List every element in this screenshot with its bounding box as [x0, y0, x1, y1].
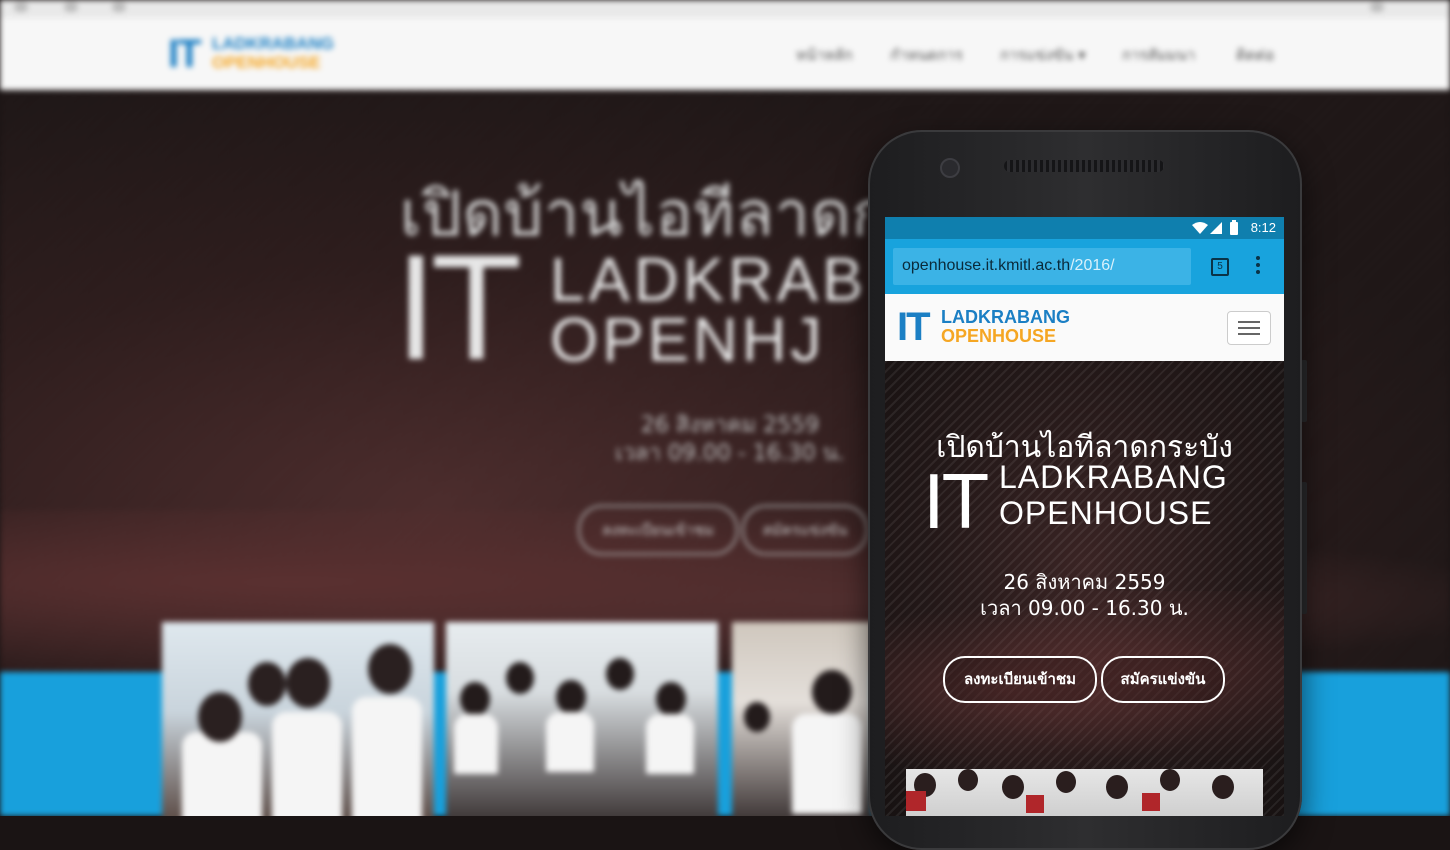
battery-icon [1230, 220, 1238, 235]
nav-contact[interactable]: ติดต่อ [1236, 43, 1274, 67]
url-field[interactable]: openhouse.it.kmitl.ac.th/2016/ [893, 248, 1191, 285]
mobile-hero-logo-it: IT [923, 457, 989, 545]
desktop-register-button[interactable]: ลงทะเบียนเข้าชม [578, 505, 738, 555]
android-status-bar: 8:12 [885, 217, 1284, 239]
mobile-hero: เปิดบ้านไอทีลาดกระบัง IT LADKRABANG OPEN… [885, 361, 1284, 816]
nav-schedule[interactable]: กำหนดการ [890, 43, 963, 67]
kebab-menu-icon[interactable] [1255, 256, 1261, 278]
mobile-hero-logo-line2: OPENHOUSE [999, 495, 1213, 531]
desktop-photo-students-3 [732, 622, 872, 816]
browser-menu-icon [1370, 2, 1384, 12]
mobile-photo-students [906, 769, 1263, 816]
logo-line1: LADKRABANG [212, 34, 334, 53]
forward-icon [64, 2, 78, 12]
nav-competition[interactable]: การแข่งขัน ▾ [1000, 43, 1086, 67]
phone-speaker [1004, 160, 1164, 172]
nav-home[interactable]: หน้าหลัก [796, 43, 853, 67]
nav-seminar[interactable]: การสัมมนา [1122, 43, 1195, 67]
desktop-hero-logo-line2: OPENHJ [550, 306, 826, 375]
status-time: 8:12 [1250, 220, 1276, 235]
url-host: openhouse.it.kmitl.ac.th [902, 257, 1071, 274]
desktop-photo-students-2 [446, 622, 718, 816]
desktop-navbar: IT LADKRABANG OPENHOUSE หน้าหลัก กำหนดกา… [0, 18, 1450, 91]
logo-it-text: IT [168, 32, 202, 76]
desktop-photo-students-1 [162, 622, 434, 816]
mobile-navbar: IT LADKRABANG OPENHOUSE [885, 294, 1284, 362]
hamburger-menu-icon[interactable] [1227, 311, 1271, 345]
mobile-logo-it: IT [897, 305, 931, 349]
signal-icon [1210, 222, 1222, 234]
logo-line2: OPENHOUSE [212, 53, 321, 72]
mobile-compete-button[interactable]: สมัครแข่งขัน [1101, 656, 1225, 703]
url-path: /2016/ [1070, 257, 1115, 274]
mobile-logo-line2: OPENHOUSE [941, 326, 1057, 346]
phone-screen: 8:12 openhouse.it.kmitl.ac.th/2016/ 5 IT… [885, 217, 1284, 816]
browser-address-bar: openhouse.it.kmitl.ac.th/2016/ 5 [885, 239, 1284, 294]
desktop-compete-button[interactable]: สมัครแข่งขัน [742, 505, 868, 555]
wifi-icon [1192, 222, 1208, 234]
desktop-hero-date: 26 สิงหาคม 2559 [640, 413, 820, 438]
desktop-hero-datetime: 26 สิงหาคม 2559 เวลา 09.00 - 16.30 น. [600, 412, 860, 468]
desktop-hero-logo-it: IT [395, 223, 522, 391]
mobile-hero-logo-line1: LADKRABANG [999, 459, 1228, 495]
mobile-hero-time: เวลา 09.00 - 16.30 น. [980, 596, 1189, 620]
mobile-register-button[interactable]: ลงทะเบียนเข้าชม [943, 656, 1097, 703]
tabs-icon[interactable]: 5 [1211, 258, 1229, 276]
back-icon [14, 2, 28, 12]
mobile-logo-line1: LADKRABANG [941, 307, 1070, 327]
reload-icon [112, 2, 126, 12]
url-text: openhouse.it.kmitl.ac.th/2016/ [902, 257, 1115, 275]
desktop-browser-toolbar [0, 0, 1450, 18]
phone-front-camera [940, 158, 960, 178]
desktop-hero-time: เวลา 09.00 - 16.30 น. [615, 441, 845, 466]
